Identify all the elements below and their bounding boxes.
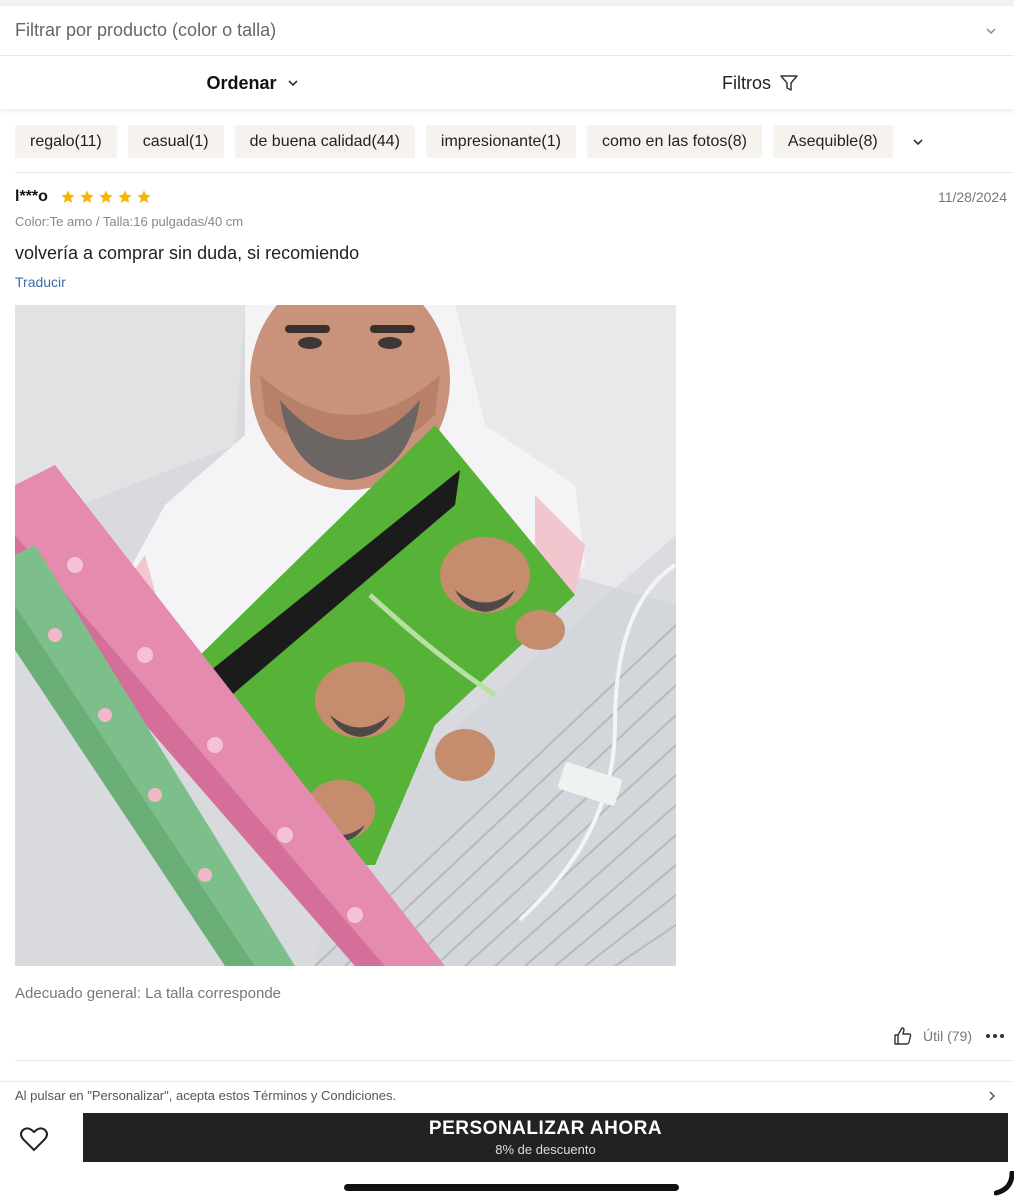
star-icon	[118, 190, 132, 203]
product-filter-select[interactable]: Filtrar por producto (color o talla)	[0, 6, 1014, 56]
terms-notice[interactable]: Al pulsar en "Personalizar", acepta esto…	[0, 1081, 1014, 1109]
home-indicator[interactable]	[344, 1184, 679, 1191]
expand-tags-button[interactable]	[904, 125, 932, 158]
review-variant-meta: Color:Te amo / Talla:16 pulgadas/40 cm	[15, 214, 244, 229]
filters-label: Filtros	[722, 72, 771, 93]
terms-text: Al pulsar en "Personalizar", acepta esto…	[15, 1088, 397, 1103]
star-icon	[61, 190, 75, 203]
star-icon	[137, 190, 151, 203]
review-date: 11/28/2024	[937, 189, 1007, 205]
sort-button[interactable]: Ordenar	[0, 73, 507, 94]
sort-label: Ordenar	[206, 72, 277, 93]
chevron-down-icon	[287, 80, 298, 87]
heart-icon[interactable]	[18, 1123, 50, 1155]
star-rating	[60, 189, 152, 205]
review-header: l***o 11/28/2024	[15, 186, 1007, 208]
tag-chip[interactable]: regalo(11)	[15, 125, 117, 158]
review-actions: Útil (79)	[893, 1026, 1004, 1046]
filter-funnel-icon	[780, 75, 798, 91]
helpful-count[interactable]: Útil (79)	[923, 1028, 972, 1044]
customize-now-button[interactable]: PERSONALIZAR AHORA 8% de descuento	[83, 1113, 1008, 1162]
reviewer-name: l***o	[15, 188, 48, 205]
product-filter-placeholder: Filtrar por producto (color o talla)	[15, 20, 277, 40]
review-photo-illustration	[15, 305, 676, 966]
tag-chip[interactable]: Asequible(8)	[772, 125, 893, 158]
bottom-action-bar: PERSONALIZAR AHORA 8% de descuento	[0, 1109, 1014, 1200]
thumbs-up-icon[interactable]	[893, 1026, 913, 1046]
divider	[15, 1060, 1014, 1061]
divider	[15, 172, 1014, 173]
review-tags: regalo(11) casual(1) de buena calidad(44…	[15, 125, 932, 158]
sort-filter-bar: Ordenar Filtros	[0, 57, 1014, 109]
tag-chip[interactable]: impresionante(1)	[425, 125, 576, 158]
review-text: volvería a comprar sin duda, si recomien…	[15, 243, 360, 263]
fit-summary: Adecuado general: La talla corresponde	[15, 985, 282, 1002]
dot	[1000, 1034, 1004, 1038]
review-photo[interactable]	[15, 305, 676, 966]
tag-chip[interactable]: de buena calidad(44)	[234, 125, 415, 158]
star-icon	[80, 190, 94, 203]
customize-now-label: PERSONALIZAR AHORA	[428, 1118, 663, 1139]
chevron-down-icon	[913, 138, 923, 145]
chevron-down-icon	[986, 27, 996, 34]
chevron-right-icon	[989, 1090, 996, 1101]
tag-chip[interactable]: casual(1)	[127, 125, 224, 158]
dot	[993, 1034, 997, 1038]
translate-link[interactable]: Traducir	[15, 274, 66, 290]
tag-chip[interactable]: como en las fotos(8)	[586, 125, 762, 158]
discount-label: 8% de descuento	[495, 1142, 596, 1157]
star-icon	[99, 190, 113, 203]
corner-swoosh-icon	[994, 1171, 1014, 1196]
dot	[986, 1034, 990, 1038]
more-options-button[interactable]	[982, 1034, 1004, 1038]
filters-button[interactable]: Filtros	[507, 73, 1014, 94]
